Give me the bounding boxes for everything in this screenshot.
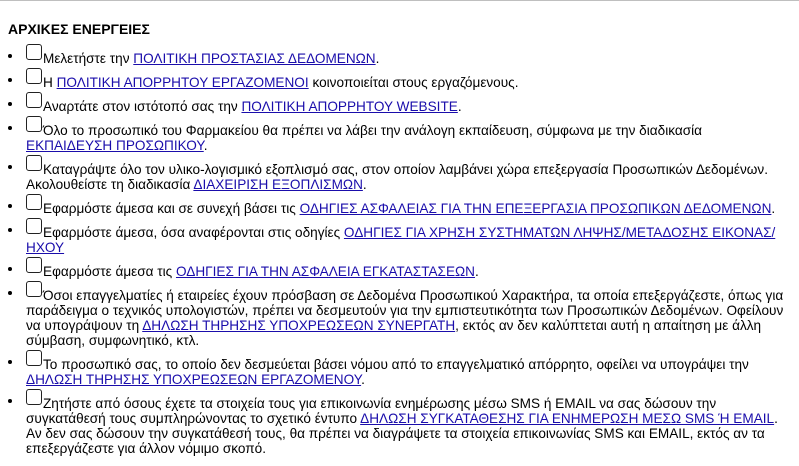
top-divider	[0, 0, 799, 1]
item-text: Το προσωπικό σας, το οποίο δεν δεσμεύετα…	[43, 357, 749, 372]
item-link[interactable]: ΠΟΛΙΤΙΚΗ ΠΡΟΣΤΑΣΙΑΣ ΔΕΔΟΜΕΝΩΝ	[133, 51, 375, 66]
item-text: Η	[43, 75, 57, 90]
bullet-icon	[8, 267, 12, 271]
item-link[interactable]: ΔΗΛΩΣΗ ΤΗΡΗΣΗΣ ΥΠΟΧΡΕΩΣΕΩΝ ΕΡΓΑΖΟΜΕΝΟΥ	[26, 372, 361, 387]
item-text: Μελετήστε την	[43, 51, 134, 66]
item-link[interactable]: ΠΟΛΙΤΙΚΗ ΑΠΟΡΡΗΤΟΥ WEBSITE	[241, 99, 457, 114]
item-text-end: κοινοποιείται στους εργαζόμενους.	[308, 75, 519, 90]
bullet-icon	[8, 78, 12, 82]
item-text: Εφαρμόστε άμεσα, όσα αναφέρονται στις οδ…	[43, 225, 344, 240]
list-item: Εφαρμόστε άμεσα τις ΟΔΗΓΙΕΣ ΓΙΑ ΤΗΝ ΑΣΦΑ…	[8, 257, 788, 279]
bullet-icon	[8, 204, 12, 208]
item-link[interactable]: ΔΙΑΧΕΙΡΙΣΗ ΕΞΟΠΛΙΣΜΩΝ	[193, 177, 363, 192]
checkbox[interactable]	[26, 116, 42, 132]
checkbox[interactable]	[26, 257, 42, 273]
checkbox[interactable]	[26, 350, 42, 366]
checkbox[interactable]	[26, 389, 42, 405]
bullet-icon	[8, 102, 12, 106]
item-link[interactable]: ΠΟΛΙΤΙΚΗ ΑΠΟΡΡΗΤΟΥ ΕΡΓΑΖΟΜΕΝΟΙ	[57, 75, 309, 90]
item-text-end: .	[457, 99, 462, 114]
checkbox[interactable]	[26, 194, 42, 210]
item-text-end: .	[361, 372, 365, 387]
item-link[interactable]: ΔΗΛΩΣΗ ΤΗΡΗΣΗΣ ΥΠΟΧΡΕΩΣΕΩΝ ΣΥΝΕΡΓΑΤΗ	[142, 318, 455, 333]
list-item: Το προσωπικό σας, το οποίο δεν δεσμεύετα…	[8, 350, 788, 387]
list-item: Καταγράψτε όλο τον υλικο-λογισμικό εξοπλ…	[8, 155, 788, 192]
checkbox[interactable]	[26, 155, 42, 171]
checkbox[interactable]	[26, 44, 42, 60]
item-link[interactable]: ΟΔΗΓΙΕΣ ΓΙΑ ΤΗΝ ΑΣΦΑΛΕΙΑ ΕΓΚΑΤΑΣΤΑΣΕΩΝ	[176, 264, 475, 279]
checkbox[interactable]	[26, 92, 42, 108]
bullet-icon	[8, 54, 12, 58]
item-link[interactable]: ΟΔΗΓΙΕΣ ΑΣΦΑΛΕΙΑΣ ΓΙΑ ΤΗΝ ΕΠΕΞΕΡΓΑΣΙΑ ΠΡ…	[300, 201, 772, 216]
bullet-icon	[8, 165, 12, 169]
list-item: Η ΠΟΛΙΤΙΚΗ ΑΠΟΡΡΗΤΟΥ ΕΡΓΑΖΟΜΕΝΟΙ κοινοπο…	[8, 68, 788, 90]
item-link[interactable]: ΕΚΠΑΙΔΕΥΣΗ ΠΡΟΣΩΠΙΚΟΥ	[26, 138, 204, 153]
item-text-end: .	[362, 177, 367, 192]
item-text-end: .	[771, 201, 776, 216]
section-heading: ΑΡΧΙΚΕΣ ΕΝΕΡΓΕΙΕΣ	[8, 21, 150, 37]
bullet-icon	[8, 291, 12, 295]
list-item: Όλο το προσωπικό του Φαρμακείου θα πρέπε…	[8, 116, 788, 153]
item-text: Καταγράψτε όλο τον υλικο-λογισμικό εξοπλ…	[26, 162, 768, 192]
list-item: Αναρτάτε στον ιστότοπό σας την ΠΟΛΙΤΙΚΗ …	[8, 92, 788, 114]
item-text: Αναρτάτε στον ιστότοπό σας την	[43, 99, 242, 114]
checkbox[interactable]	[26, 68, 42, 84]
bullet-icon	[8, 399, 12, 403]
item-link[interactable]: ΔΗΛΩΣΗ ΣΥΓΚΑΤΑΘΕΣΗΣ ΓΙΑ ΕΝΗΜΕΡΩΣΗ ΜΕΣΩ S…	[360, 411, 774, 426]
list-item: Μελετήστε την ΠΟΛΙΤΙΚΗ ΠΡΟΣΤΑΣΙΑΣ ΔΕΔΟΜΕ…	[8, 44, 788, 66]
list-item: Όσοι επαγγελματίες ή εταιρείες έχουν πρό…	[8, 281, 788, 348]
item-text: Εφαρμόστε άμεσα τις	[43, 264, 176, 279]
item-text: Όλο το προσωπικό του Φαρμακείου θα πρέπε…	[43, 123, 702, 138]
item-text: Εφαρμόστε άμεσα και σε συνεχή βάσει τις	[43, 201, 300, 216]
item-text-end: .	[475, 264, 479, 279]
item-text-end: .	[203, 138, 208, 153]
initial-actions-section: ΑΡΧΙΚΕΣ ΕΝΕΡΓΕΙΕΣ Μελετήστε την ΠΟΛΙΤΙΚΗ…	[8, 20, 788, 462]
bullet-icon	[8, 228, 12, 232]
item-text-end: .	[375, 51, 380, 66]
checkbox[interactable]	[26, 218, 42, 234]
list-item: Εφαρμόστε άμεσα και σε συνεχή βάσει τις …	[8, 194, 788, 216]
checkbox[interactable]	[26, 281, 42, 297]
list-item: Ζητήστε από όσους έχετε τα στοιχεία τους…	[8, 389, 788, 456]
bullet-icon	[8, 360, 12, 364]
checklist: Μελετήστε την ΠΟΛΙΤΙΚΗ ΠΡΟΣΤΑΣΙΑΣ ΔΕΔΟΜΕ…	[8, 44, 788, 456]
list-item: Εφαρμόστε άμεσα, όσα αναφέρονται στις οδ…	[8, 218, 788, 255]
bullet-icon	[8, 126, 12, 130]
